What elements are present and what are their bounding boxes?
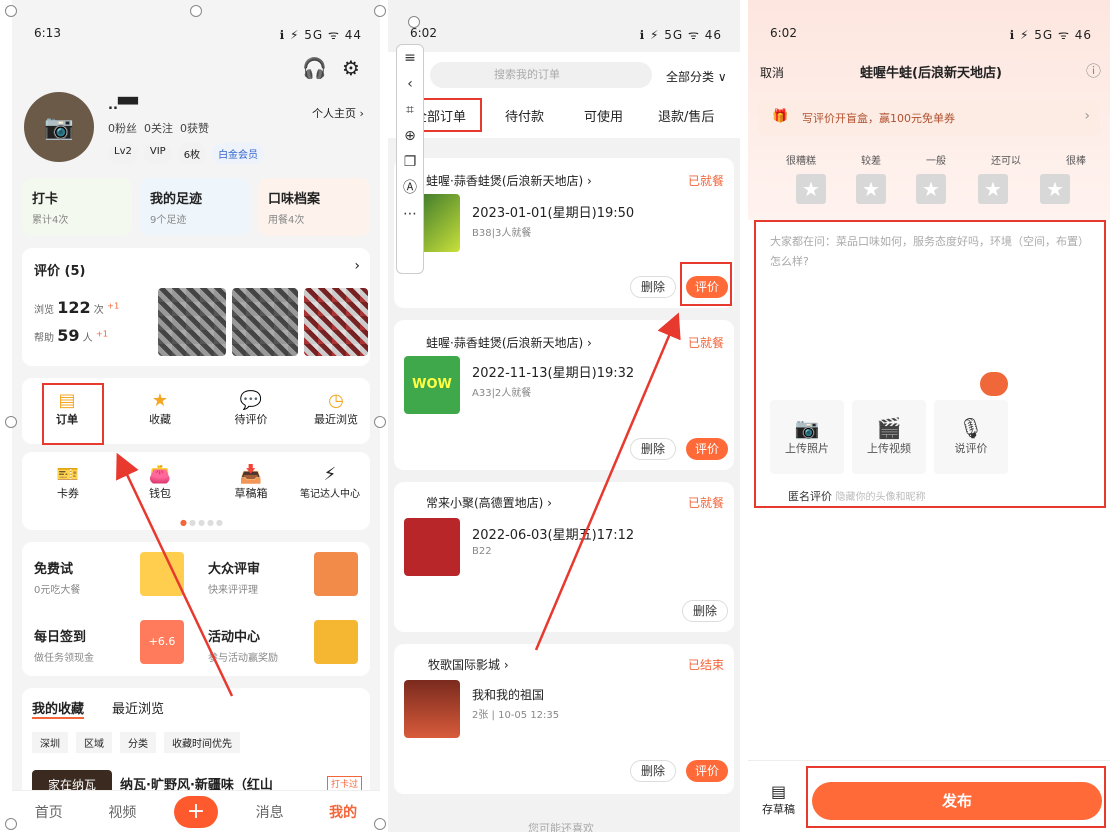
arrow-to-order [116,452,234,697]
annotation-arrows [116,312,681,697]
arrow-to-review [534,312,681,651]
